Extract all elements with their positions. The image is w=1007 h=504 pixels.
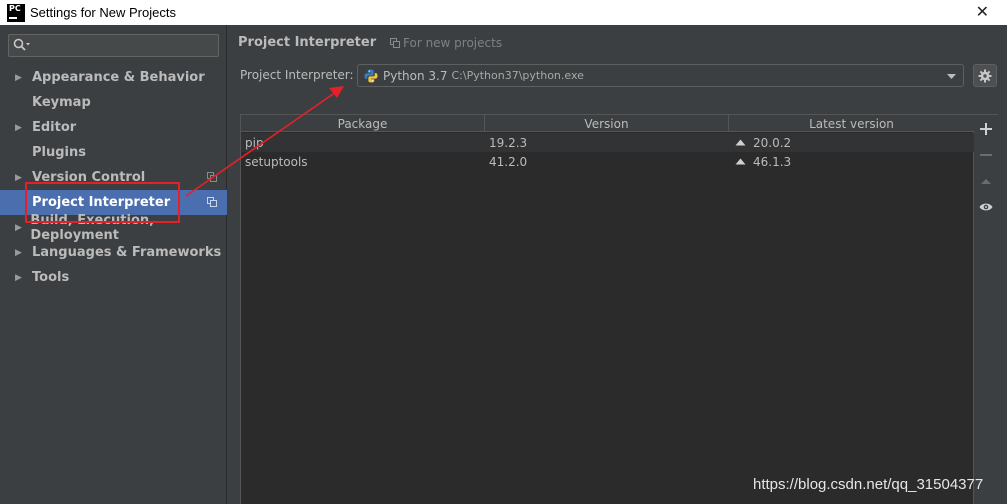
- uninstall-package-button[interactable]: [978, 147, 994, 163]
- show-early-releases-button[interactable]: [978, 199, 994, 215]
- table-row[interactable]: setuptools 41.2.0 46.1.3: [241, 152, 974, 171]
- for-new-projects-label: For new projects: [403, 36, 503, 50]
- gear-icon: [978, 69, 992, 82]
- packages-table: Package Version Latest version pip 19.2.…: [240, 114, 974, 504]
- for-new-projects-note: For new projects: [390, 36, 502, 50]
- expand-arrow-icon[interactable]: ▶: [0, 248, 32, 258]
- sidebar-item-editor[interactable]: ▶ Editor: [0, 115, 227, 140]
- minus-icon: [980, 154, 992, 156]
- expand-arrow-icon[interactable]: ▶: [0, 173, 32, 183]
- upgrade-available-icon: [735, 139, 746, 146]
- sidebar-item-label: Keymap: [32, 95, 91, 110]
- install-package-button[interactable]: [978, 121, 994, 137]
- sidebar-item-label: Languages & Frameworks: [32, 245, 222, 260]
- eye-icon: [979, 203, 993, 211]
- column-header-version[interactable]: Version: [485, 115, 729, 132]
- package-latest-cell: 20.0.2: [729, 133, 974, 152]
- plus-icon: [980, 123, 992, 135]
- interpreter-path: C:\Python37\python.exe: [451, 69, 584, 82]
- settings-search-box[interactable]: [8, 34, 219, 57]
- sidebar-item-plugins[interactable]: Plugins: [0, 140, 227, 165]
- sidebar-item-appearance-behavior[interactable]: ▶ Appearance & Behavior: [0, 65, 227, 90]
- package-version: 19.2.3: [489, 135, 528, 150]
- chevron-down-icon[interactable]: [946, 71, 957, 81]
- sidebar-item-keymap[interactable]: Keymap: [0, 90, 227, 115]
- sidebar-item-languages-frameworks[interactable]: ▶ Languages & Frameworks: [0, 240, 227, 265]
- main-panel: Project Interpreter For new projects Pro…: [228, 25, 1007, 504]
- sidebar-item-label: Plugins: [32, 145, 86, 160]
- python-icon: [364, 69, 378, 82]
- expand-arrow-icon[interactable]: ▶: [0, 123, 32, 133]
- package-latest-version: 46.1.3: [753, 154, 792, 169]
- copy-icon: [390, 38, 400, 48]
- table-header: Package Version Latest version: [241, 115, 974, 132]
- annotation-highlight-box: [25, 182, 180, 223]
- interpreter-label: Project Interpreter:: [240, 68, 354, 82]
- settings-sidebar: ▶ Appearance & Behavior Keymap ▶ Editor …: [0, 25, 227, 504]
- settings-search-input[interactable]: [35, 37, 215, 54]
- upgrade-package-button[interactable]: [978, 173, 994, 189]
- expand-arrow-icon[interactable]: ▶: [0, 223, 30, 233]
- up-arrow-icon: [981, 179, 991, 184]
- expand-arrow-icon[interactable]: ▶: [0, 273, 32, 283]
- sidebar-item-label: Appearance & Behavior: [32, 70, 205, 85]
- package-latest-cell: 46.1.3: [729, 152, 974, 171]
- close-icon[interactable]: ✕: [976, 2, 989, 21]
- interpreter-settings-button[interactable]: [973, 64, 997, 87]
- interpreter-name: Python 3.7: [383, 68, 448, 83]
- copy-icon: [207, 172, 217, 182]
- upgrade-available-icon: [735, 158, 746, 165]
- sidebar-item-tools[interactable]: ▶ Tools: [0, 265, 227, 290]
- pycharm-logo-icon: PC: [7, 3, 25, 22]
- expand-arrow-icon[interactable]: ▶: [0, 73, 32, 83]
- table-row[interactable]: pip 19.2.3 20.0.2: [241, 133, 974, 152]
- package-version: 41.2.0: [489, 154, 528, 169]
- window-title: Settings for New Projects: [30, 5, 176, 20]
- sidebar-item-label: Editor: [32, 120, 77, 135]
- interpreter-select[interactable]: Python 3.7 C:\Python37\python.exe: [357, 64, 964, 87]
- page-title: Project Interpreter: [238, 35, 377, 50]
- watermark-url: https://blog.csdn.net/qq_31504377: [753, 476, 984, 493]
- package-name: setuptools: [245, 154, 308, 169]
- copy-icon: [207, 197, 217, 207]
- search-icon: [13, 38, 30, 51]
- sidebar-item-label: Tools: [32, 270, 70, 285]
- package-toolbar: [974, 114, 998, 504]
- package-latest-version: 20.0.2: [753, 135, 792, 150]
- title-bar: PC Settings for New Projects ✕: [0, 0, 1007, 25]
- column-header-package[interactable]: Package: [241, 115, 485, 132]
- package-name: pip: [245, 135, 264, 150]
- column-header-latest-version[interactable]: Latest version: [729, 115, 974, 132]
